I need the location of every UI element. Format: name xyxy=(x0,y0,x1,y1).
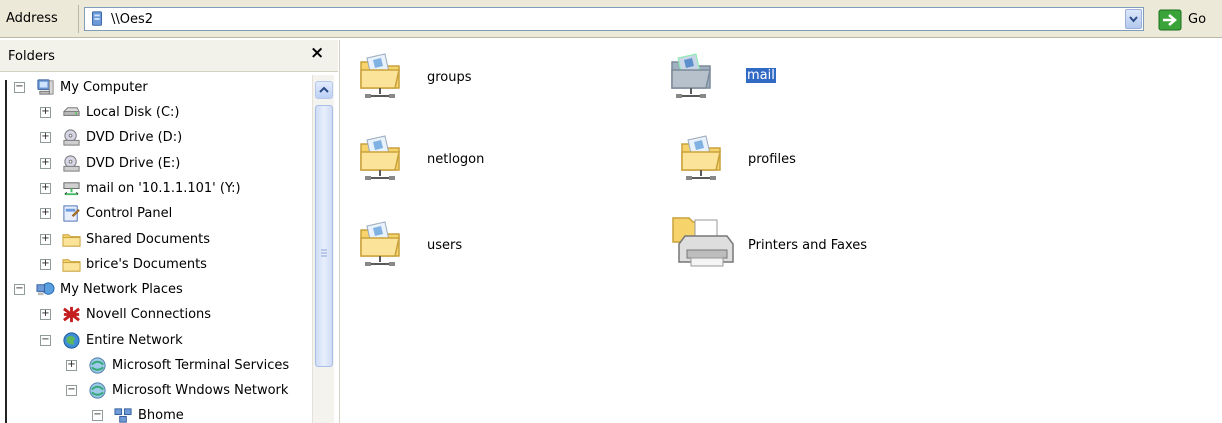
collapse-icon[interactable]: − xyxy=(14,284,25,295)
tree-item-my-computer[interactable]: − My Computer xyxy=(0,76,310,100)
expand-icon[interactable]: + xyxy=(40,132,51,143)
novell-icon xyxy=(62,305,81,324)
chevron-up-icon xyxy=(319,86,329,93)
globe-icon xyxy=(62,331,81,350)
tree-item-novell-connections[interactable]: + Novell Connections xyxy=(0,303,310,327)
expand-icon[interactable]: + xyxy=(40,107,51,118)
tree-item-label: Microsoft Wndows Network xyxy=(112,383,289,398)
address-path: \\Oes2 xyxy=(111,12,154,27)
item-label: netlogon xyxy=(427,152,485,167)
printers-faxes-icon xyxy=(669,212,739,272)
tree-item-label: Entire Network xyxy=(86,333,183,348)
folders-pane: Folders × − My Computer + Local Disk (C:… xyxy=(0,40,340,423)
item-label: groups xyxy=(427,70,472,85)
collapse-icon[interactable]: − xyxy=(66,385,77,396)
grip-icon xyxy=(321,249,327,257)
tree-item-label: My Network Places xyxy=(60,282,183,297)
tree-item-bhome[interactable]: − Bhome xyxy=(0,404,310,423)
tree-item-label: Shared Documents xyxy=(86,232,211,247)
collapse-icon[interactable]: − xyxy=(92,410,103,421)
expand-icon[interactable]: + xyxy=(40,234,51,245)
tree-item-label: brice's Documents xyxy=(86,257,207,272)
shared-folder-icon xyxy=(355,130,405,182)
go-arrow-icon[interactable] xyxy=(1158,9,1182,31)
expand-icon[interactable]: + xyxy=(66,360,77,371)
close-icon[interactable]: × xyxy=(310,43,324,63)
scroll-up-button[interactable] xyxy=(315,81,333,99)
network-drive-icon xyxy=(62,179,81,198)
expand-icon[interactable]: + xyxy=(40,183,51,194)
collapse-icon[interactable]: − xyxy=(14,82,25,93)
expand-icon[interactable]: + xyxy=(40,158,51,169)
tree-item-label: My Computer xyxy=(60,80,148,95)
expand-icon[interactable]: + xyxy=(40,208,51,219)
tree-item-entire-network[interactable]: − Entire Network xyxy=(0,329,310,353)
tree-item-brices-documents[interactable]: + brice's Documents xyxy=(0,253,310,277)
go-button[interactable]: Go xyxy=(1188,12,1206,27)
tree-item-label: Local Disk (C:) xyxy=(86,105,180,120)
scroll-thumb[interactable] xyxy=(315,105,333,367)
tree-item-mail-network-drive[interactable]: + mail on '10.1.1.101' (Y:) xyxy=(0,177,310,201)
computer-icon xyxy=(36,78,55,97)
shared-folder-icon xyxy=(355,48,405,100)
network-globe-icon xyxy=(88,381,107,400)
address-input[interactable] xyxy=(84,7,1144,31)
tree-item-label: Novell Connections xyxy=(86,307,212,322)
tree-item-label: DVD Drive (D:) xyxy=(86,130,183,145)
share-item-profiles[interactable]: profiles xyxy=(676,130,876,182)
vertical-scrollbar[interactable] xyxy=(312,75,334,423)
shared-folder-icon xyxy=(355,216,405,268)
item-label: profiles xyxy=(748,152,796,167)
tree-item-control-panel[interactable]: + Control Panel xyxy=(0,202,310,226)
expand-icon[interactable]: + xyxy=(40,259,51,270)
share-item-users[interactable]: users xyxy=(355,216,555,268)
share-item-groups[interactable]: groups xyxy=(355,48,555,100)
tree-item-label: DVD Drive (E:) xyxy=(86,156,181,171)
tree-item-microsoft-terminal-services[interactable]: + Microsoft Terminal Services xyxy=(0,354,310,378)
network-globe-icon xyxy=(88,356,107,375)
tree-item-label: mail on '10.1.1.101' (Y:) xyxy=(86,181,241,196)
tree-item-label: Microsoft Terminal Services xyxy=(112,358,290,373)
item-printers-and-faxes[interactable]: Printers and Faxes xyxy=(669,212,929,274)
tree-item-shared-documents[interactable]: + Shared Documents xyxy=(0,228,310,252)
control-panel-icon xyxy=(62,204,81,223)
address-label: Address xyxy=(6,11,58,26)
address-separator xyxy=(78,5,79,33)
tree-item-dvd-drive-e[interactable]: + DVD Drive (E:) xyxy=(0,152,310,176)
server-icon xyxy=(92,11,102,26)
shared-folder-icon xyxy=(666,48,716,100)
hard-disk-icon xyxy=(62,103,81,122)
address-bar: Address \\Oes2 Go xyxy=(0,0,1222,38)
item-label: users xyxy=(427,238,463,253)
content-pane: groups mail netlogon profiles users Prin… xyxy=(341,40,1222,423)
chevron-down-icon xyxy=(1129,16,1138,23)
collapse-icon[interactable]: − xyxy=(40,335,51,346)
tree-item-local-disk-c[interactable]: + Local Disk (C:) xyxy=(0,101,310,125)
share-item-mail[interactable]: mail xyxy=(666,48,866,100)
tree-item-label: Control Panel xyxy=(86,206,173,221)
tree-item-microsoft-windows-network[interactable]: − Microsoft Wndows Network xyxy=(0,379,310,403)
share-item-netlogon[interactable]: netlogon xyxy=(355,130,555,182)
item-label-selected: mail xyxy=(746,68,776,83)
folder-icon xyxy=(62,255,81,274)
tree-item-my-network-places[interactable]: − My Network Places xyxy=(0,278,310,302)
network-places-icon xyxy=(36,280,55,299)
workgroup-icon xyxy=(114,406,133,423)
folder-icon xyxy=(62,230,81,249)
tree-item-dvd-drive-d[interactable]: + DVD Drive (D:) xyxy=(0,126,310,150)
address-dropdown-button[interactable] xyxy=(1125,9,1142,29)
dvd-drive-icon xyxy=(62,154,81,173)
expand-icon[interactable]: + xyxy=(40,309,51,320)
dvd-drive-icon xyxy=(62,128,81,147)
item-label: Printers and Faxes xyxy=(748,238,868,253)
folder-tree: − My Computer + Local Disk (C:) + DVD Dr… xyxy=(0,40,310,423)
tree-item-label: Bhome xyxy=(138,408,184,423)
shared-folder-icon xyxy=(676,130,726,182)
